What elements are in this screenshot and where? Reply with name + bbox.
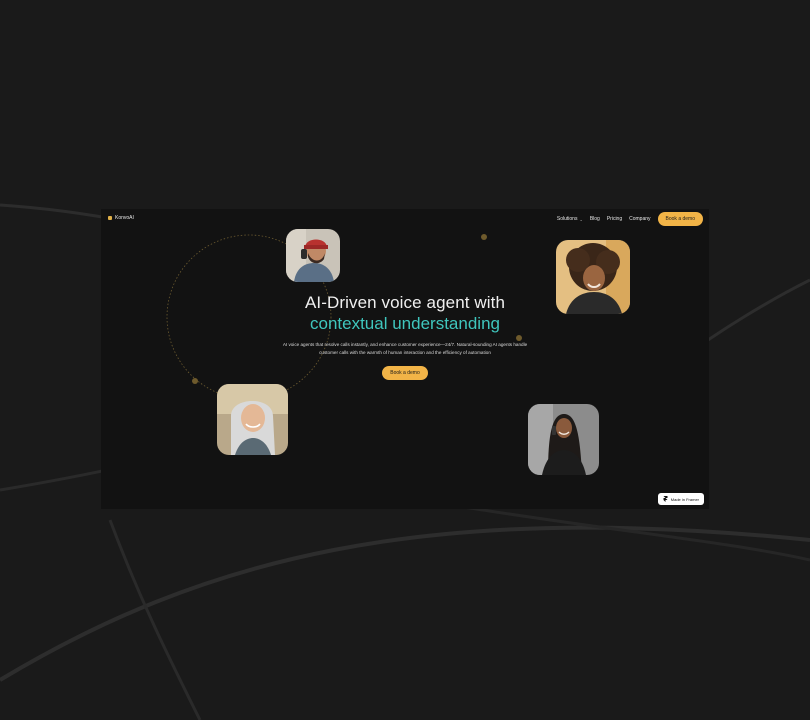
nav-links: Solutions ⌄ Blog Pricing Company Book a …: [557, 212, 703, 226]
nav-link-blog[interactable]: Blog: [590, 216, 600, 222]
hero-book-demo-button[interactable]: Book a demo: [382, 366, 428, 380]
logo-text: KonvoAI: [115, 215, 134, 221]
nav-book-demo-button[interactable]: Book a demo: [657, 212, 703, 226]
nav-link-pricing[interactable]: Pricing: [607, 216, 622, 222]
made-in-framer-badge[interactable]: Made in Framer: [657, 493, 704, 505]
nav-link-label: Solutions: [556, 216, 578, 222]
hero-title-highlight: contextual understanding: [310, 314, 500, 333]
customer-photo-on-phone: [528, 404, 599, 475]
hero-section: AI-Driven voice agent with contextual un…: [101, 293, 709, 380]
badge-label: Made in Framer: [670, 496, 699, 502]
top-nav: KonvoAI Solutions ⌄ Blog Pricing Company…: [101, 209, 709, 231]
nav-link-solutions[interactable]: Solutions ⌄: [557, 216, 583, 222]
customer-photo-man-beanie: [286, 229, 340, 282]
customer-photo-gray-hair: [217, 384, 288, 455]
website-preview: KonvoAI Solutions ⌄ Blog Pricing Company…: [101, 209, 709, 509]
brand-logo[interactable]: KonvoAI: [108, 215, 134, 221]
framer-icon: [663, 496, 668, 502]
chevron-down-icon: ⌄: [579, 216, 583, 222]
nav-link-company[interactable]: Company: [629, 216, 650, 222]
hero-subtitle: AI voice agents that resolve calls insta…: [282, 342, 528, 355]
logo-icon: [108, 216, 112, 220]
hero-title: AI-Driven voice agent with: [304, 293, 506, 312]
